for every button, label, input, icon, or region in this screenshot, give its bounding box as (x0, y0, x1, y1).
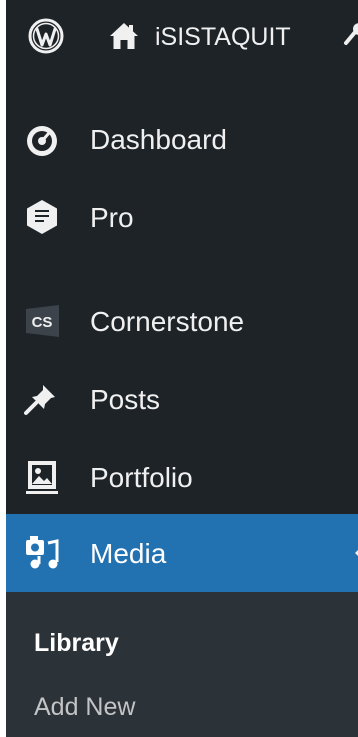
cornerstone-icon-text: CS (32, 314, 53, 331)
site-name-link[interactable]: iSISTAQUIT (155, 22, 291, 52)
menu-item-media[interactable]: Media (6, 514, 358, 592)
media-icon (26, 536, 59, 569)
pro-icon (27, 200, 57, 234)
menu-item-posts[interactable]: Posts (6, 360, 358, 438)
portfolio-icon (26, 461, 58, 494)
submenu-item-library[interactable]: Library (34, 628, 119, 658)
menu-label-pro: Pro (90, 202, 134, 233)
customize-icon[interactable] (342, 19, 358, 53)
menu-item-cornerstone[interactable]: CS Cornerstone (6, 282, 358, 360)
wp-admin-screenshot: iSISTAQUIT Dashboard Pro CS Cornerstone … (0, 0, 358, 737)
menu-item-portfolio[interactable]: Portfolio (6, 438, 358, 516)
admin-sidebar-menu: Dashboard Pro CS Cornerstone Posts Portf… (6, 76, 358, 737)
menu-item-dashboard[interactable]: Dashboard (6, 100, 358, 178)
menu-label-dashboard: Dashboard (90, 124, 227, 155)
menu-item-pro[interactable]: Pro (6, 178, 358, 256)
submenu-item-add-new[interactable]: Add New (34, 692, 135, 722)
menu-label-portfolio: Portfolio (90, 462, 193, 493)
wordpress-logo-icon[interactable] (28, 18, 64, 54)
menu-label-posts: Posts (90, 384, 161, 415)
menu-label-cornerstone: Cornerstone (90, 306, 245, 337)
home-icon[interactable] (108, 20, 140, 52)
dashboard-icon (27, 126, 57, 156)
admin-bar: iSISTAQUIT (6, 0, 358, 76)
menu-label-media: Media (90, 538, 167, 569)
media-submenu: Library Add New (6, 592, 358, 737)
posts-icon (24, 385, 55, 415)
cornerstone-icon: CS (26, 305, 59, 337)
